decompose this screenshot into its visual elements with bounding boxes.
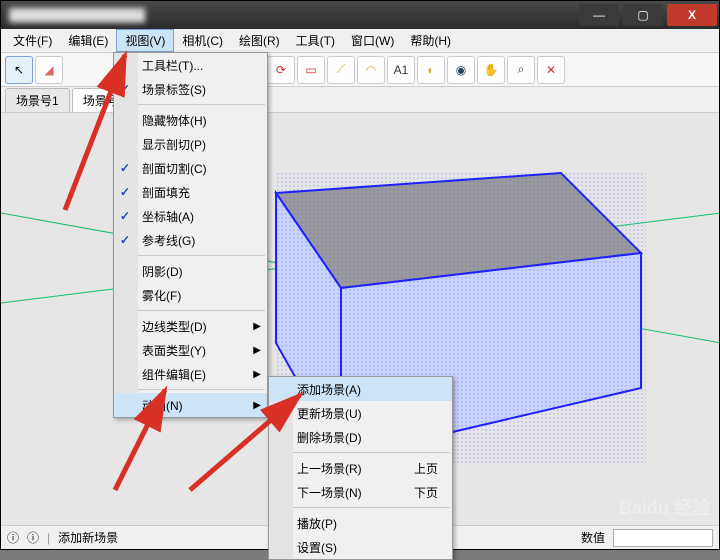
info-icon[interactable]: ⓘ xyxy=(7,529,19,546)
measure-icon[interactable]: ◠ xyxy=(357,56,385,84)
menu-item[interactable]: ✓参考线(G) xyxy=(114,228,267,252)
submenu-item[interactable]: 更新场景(U) xyxy=(269,401,452,425)
menu-item[interactable]: ✓剖面切割(C) xyxy=(114,156,267,180)
menu-item[interactable]: 阴影(D) xyxy=(114,259,267,283)
submenu-item[interactable]: 删除场景(D) xyxy=(269,425,452,449)
menu-item[interactable]: 隐藏物体(H) xyxy=(114,108,267,132)
menu-item[interactable]: 表面类型(Y)▶ xyxy=(114,338,267,362)
menu-item[interactable]: 边线类型(D)▶ xyxy=(114,314,267,338)
menu-item[interactable]: 工具栏(T)... xyxy=(114,53,267,77)
menu-item[interactable]: 组件编辑(E)▶ xyxy=(114,362,267,386)
scene-tabs: 场景号1场景号2 xyxy=(1,87,719,113)
paint-icon[interactable]: ◐ xyxy=(417,56,445,84)
hand-icon[interactable]: ✋ xyxy=(477,56,505,84)
minimize-button[interactable]: — xyxy=(579,4,619,26)
menu-视图(V)[interactable]: 视图(V) xyxy=(116,29,174,52)
menu-item[interactable]: 动画(N)▶ xyxy=(114,393,267,417)
menu-工具(T)[interactable]: 工具(T) xyxy=(288,30,343,51)
menu-绘图(R)[interactable]: 绘图(R) xyxy=(231,30,288,51)
value-input[interactable] xyxy=(613,529,713,547)
menu-item[interactable]: ✓场景标签(S) xyxy=(114,77,267,101)
maximize-button[interactable]: ▢ xyxy=(623,4,663,26)
menu-相机(C)[interactable]: 相机(C) xyxy=(174,30,231,51)
zoom-ext-icon[interactable]: ✕ xyxy=(537,56,565,84)
titlebar[interactable]: ████████████████ — ▢ X xyxy=(1,1,719,29)
eraser-icon[interactable]: ◢ xyxy=(35,56,63,84)
menu-item[interactable]: 雾化(F) xyxy=(114,283,267,307)
submenu-item[interactable]: 上一场景(R)上页 xyxy=(269,456,452,480)
watermark: Baidu 经验 xyxy=(619,494,710,520)
close-button[interactable]: X xyxy=(667,4,717,26)
scene-tab[interactable]: 场景号1 xyxy=(5,88,70,112)
menu-item[interactable]: 显示剖切(P) xyxy=(114,132,267,156)
info-icon[interactable]: ⓘ xyxy=(27,529,39,546)
menubar: 文件(F)编辑(E)视图(V)相机(C)绘图(R)工具(T)窗口(W)帮助(H) xyxy=(1,29,719,53)
menu-item[interactable]: ✓剖面填充 xyxy=(114,180,267,204)
submenu-item[interactable]: 添加场景(A) xyxy=(269,377,452,401)
menu-item[interactable]: ✓坐标轴(A) xyxy=(114,204,267,228)
menu-帮助(H)[interactable]: 帮助(H) xyxy=(402,30,459,51)
toolbar: ↖◢◆↗✥⟳▭⟋◠A1◐◉✋⌕✕ xyxy=(1,53,719,87)
animation-submenu: 添加场景(A)更新场景(U)删除场景(D) 上一场景(R)上页下一场景(N)下页播… xyxy=(268,376,453,560)
submenu-item[interactable]: 播放(P) xyxy=(269,511,452,535)
menu-文件(F)[interactable]: 文件(F) xyxy=(5,30,60,51)
value-label: 数值 xyxy=(581,529,605,546)
submenu-item[interactable]: 设置(S) xyxy=(269,535,452,559)
menu-窗口(W)[interactable]: 窗口(W) xyxy=(343,30,402,51)
view-menu-dropdown: 工具栏(T)...✓场景标签(S)隐藏物体(H)显示剖切(P)✓剖面切割(C)✓… xyxy=(113,52,268,418)
window-buttons: — ▢ X xyxy=(577,1,719,29)
window-title: ████████████████ xyxy=(9,8,145,22)
zoom-icon[interactable]: ⌕ xyxy=(507,56,535,84)
select-icon[interactable]: ↖ xyxy=(5,56,33,84)
rotate-icon[interactable]: ⟳ xyxy=(267,56,295,84)
status-text: 添加新场景 xyxy=(58,529,118,546)
tape-icon[interactable]: ⟋ xyxy=(327,56,355,84)
orbit-icon[interactable]: ◉ xyxy=(447,56,475,84)
submenu-item[interactable]: 下一场景(N)下页 xyxy=(269,480,452,504)
menu-编辑(E)[interactable]: 编辑(E) xyxy=(60,30,116,51)
label-icon[interactable]: A1 xyxy=(387,56,415,84)
scale-icon[interactable]: ▭ xyxy=(297,56,325,84)
